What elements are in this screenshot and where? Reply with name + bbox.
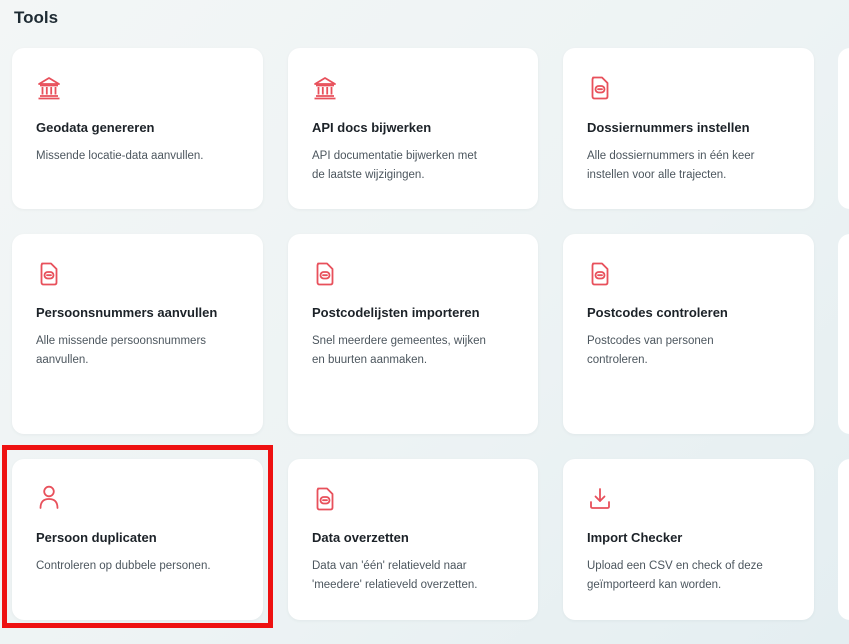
tool-card-api-docs-bijwerken[interactable]: API docs bijwerken API documentatie bijw… [288,48,538,209]
document-icon [36,261,62,287]
document-icon [312,486,338,512]
tool-card-description: Snel meerdere gemeentes, wijken en buurt… [312,335,486,366]
person-icon [36,484,62,510]
tool-card-title: Persoon duplicaten [36,530,157,545]
tools-grid: Geodata genereren Missende locatie-data … [0,0,849,644]
tool-card-title: API docs bijwerken [312,120,432,135]
tool-card-partial[interactable] [838,459,849,620]
tool-card-description: API documentatie bijwerken met de laatst… [312,150,477,181]
tool-card-title: Postcodelijsten importeren [312,305,480,320]
download-icon [587,486,613,512]
tool-card-description: Missende locatie-data aanvullen. [36,150,204,162]
tool-card-description: Controleren op dubbele personen. [36,560,211,572]
tool-card-import-checker[interactable]: Import Checker Upload een CSV en check o… [563,459,814,620]
tool-card-description: Upload een CSV en check of deze geïmport… [587,560,763,591]
tool-card-persoon-duplicaten[interactable]: Persoon duplicaten Controleren op dubbel… [12,459,263,620]
document-icon [312,261,338,287]
tool-card-description: Data van 'één' relatieveld naar 'meedere… [312,560,478,591]
tool-card-description: Alle missende persoonsnummers aanvullen. [36,335,207,366]
bank-icon [312,75,338,101]
tool-card-dossiernummers-instellen[interactable]: Dossiernummers instellen Alle dossiernum… [563,48,814,209]
tool-card-data-overzetten[interactable]: Data overzetten Data van 'één' relatieve… [288,459,538,620]
tool-card-geodata-genereren[interactable]: Geodata genereren Missende locatie-data … [12,48,263,209]
tool-card-title: Postcodes controleren [587,305,728,320]
tool-card-partial[interactable] [838,234,849,434]
tool-card-title: Data overzetten [312,530,409,545]
tool-card-title: Geodata genereren [36,120,155,135]
tool-card-persoonsnummers-aanvullen[interactable]: Persoonsnummers aanvullen Alle missende … [12,234,263,434]
document-icon [587,261,613,287]
document-icon [587,75,613,101]
tool-card-title: Import Checker [587,530,683,545]
tool-card-postcodelijsten-importeren[interactable]: Postcodelijsten importeren Snel meerdere… [288,234,538,434]
tool-card-partial[interactable] [838,48,849,209]
tool-card-title: Dossiernummers instellen [587,120,750,135]
tool-card-description: Alle dossiernummers in één keer instelle… [587,150,755,181]
tool-card-title: Persoonsnummers aanvullen [36,305,218,320]
tool-card-postcodes-controleren[interactable]: Postcodes controleren Postcodes van pers… [563,234,814,434]
tool-card-description: Postcodes van personen controleren. [587,335,714,366]
bank-icon [36,75,62,101]
